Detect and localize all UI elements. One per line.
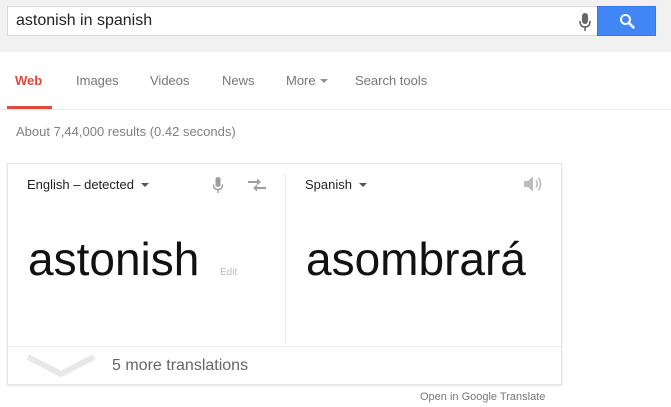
translate-card: English – detected Spanish astonish Edit…: [7, 163, 562, 385]
voice-search-button[interactable]: [573, 10, 597, 34]
caret-down-icon: [358, 182, 367, 187]
caret-down-icon: [140, 182, 149, 187]
tab-web[interactable]: Web: [15, 52, 42, 109]
tab-search-tools[interactable]: Search tools: [355, 52, 427, 109]
search-nav: Web Images Videos News More Search tools: [0, 52, 671, 110]
tab-images[interactable]: Images: [76, 52, 119, 109]
chevron-down-icon[interactable]: [26, 354, 96, 380]
column-divider: [285, 174, 286, 344]
swap-languages-button[interactable]: [246, 176, 268, 194]
source-text[interactable]: astonish: [28, 234, 199, 284]
search-box[interactable]: [7, 6, 597, 36]
target-language-select[interactable]: Spanish: [305, 177, 367, 192]
more-translations-link[interactable]: 5 more translations: [112, 357, 248, 375]
active-tab-indicator: [7, 106, 52, 109]
search-input[interactable]: [16, 7, 556, 35]
caret-down-icon: [319, 78, 328, 83]
open-in-google-translate-link[interactable]: Open in Google Translate: [420, 391, 545, 403]
source-mic-button[interactable]: [209, 174, 227, 196]
target-language-label: Spanish: [305, 177, 352, 192]
source-language-label: English – detected: [27, 177, 134, 192]
swap-arrows-icon: [248, 178, 266, 192]
result-stats: About 7,44,000 results (0.42 seconds): [16, 124, 236, 139]
speaker-icon: [524, 176, 542, 192]
source-language-select[interactable]: English – detected: [27, 177, 149, 192]
edit-link[interactable]: Edit: [220, 267, 237, 278]
listen-button[interactable]: [522, 174, 544, 194]
top-bar: [0, 0, 671, 52]
magnifier-icon: [619, 14, 635, 29]
microphone-icon: [579, 13, 591, 31]
search-button[interactable]: [597, 6, 656, 36]
card-divider: [8, 346, 561, 347]
tab-more-label: More: [286, 73, 316, 88]
translated-text: asombrará: [306, 233, 526, 285]
microphone-icon: [212, 177, 224, 193]
tab-news[interactable]: News: [222, 52, 255, 109]
tab-more[interactable]: More: [286, 52, 328, 109]
tab-videos[interactable]: Videos: [150, 52, 190, 109]
